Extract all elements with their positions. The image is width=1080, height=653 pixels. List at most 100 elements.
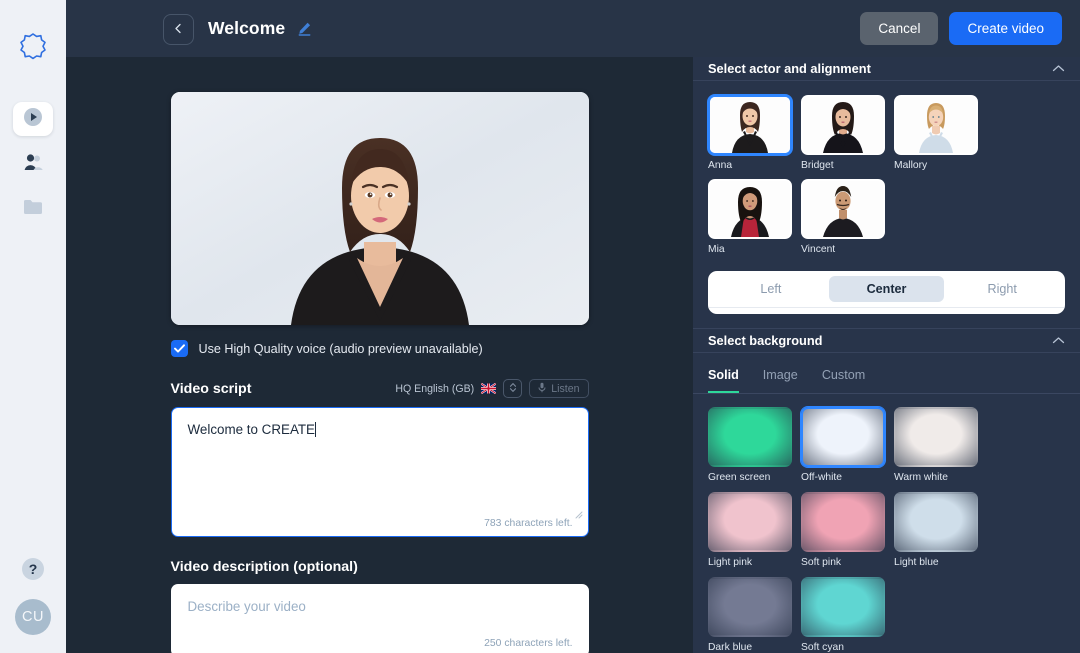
uk-flag-icon (481, 383, 497, 394)
actor-grid: Anna Bridget Mallory Mia Vincent (693, 81, 1080, 261)
alignment-option-right[interactable]: Right (944, 276, 1060, 302)
bg-swatch-warm-white[interactable]: Warm white (894, 407, 978, 483)
bg-swatch-dark-blue[interactable]: Dark blue (708, 577, 792, 653)
actor-section-title: Select actor and alignment (708, 61, 871, 77)
listen-label: Listen (551, 382, 580, 395)
page-title: Welcome (208, 18, 286, 38)
background-section-title: Select background (708, 333, 823, 349)
swatch-label: Light blue (894, 557, 939, 569)
bg-swatch-soft-cyan[interactable]: Soft cyan (801, 577, 885, 653)
people-icon (22, 152, 44, 177)
tab-solid[interactable]: Solid (708, 357, 739, 394)
hq-voice-row: Use High Quality voice (audio preview un… (170, 340, 589, 357)
video-preview[interactable] (170, 92, 589, 325)
actor-thumbnail (708, 95, 792, 156)
swatch-label: Warm white (894, 472, 948, 484)
sidebar: ? CU (0, 0, 66, 653)
bg-swatch-off-white[interactable]: Off-white (801, 407, 885, 483)
sidebar-item-actors[interactable] (13, 147, 53, 181)
actor-card-mallory[interactable]: Mallory (894, 95, 978, 171)
actor-name: Mallory (894, 160, 928, 172)
description-chars-left: 250 characters left. (484, 638, 573, 649)
swatch-label: Soft pink (801, 557, 842, 569)
bg-swatch-light-blue[interactable]: Light blue (894, 492, 978, 568)
folder-icon (22, 197, 44, 221)
microphone-icon (538, 382, 546, 396)
script-field-header: Video script HQ English (GB) Listen (171, 379, 589, 398)
swatch-color (894, 492, 978, 553)
topbar-actions: Cancel Create video (860, 12, 1062, 45)
actor-card-anna[interactable]: Anna (708, 95, 792, 171)
swatch-label: Soft cyan (801, 642, 844, 653)
burst-logo-icon[interactable] (18, 32, 48, 62)
alignment-option-left[interactable]: Left (713, 276, 829, 302)
actor-card-mia[interactable]: Mia (708, 179, 792, 255)
hq-voice-checkbox[interactable] (170, 340, 188, 357)
avatar[interactable]: CU (15, 599, 51, 635)
video-description-placeholder: Describe your video (187, 599, 306, 614)
tab-image[interactable]: Image (763, 357, 798, 393)
actor-name: Anna (708, 160, 733, 172)
chevron-updown-icon (509, 380, 517, 398)
script-chars-left: 783 characters left. (484, 518, 573, 529)
listen-button[interactable]: Listen (529, 379, 589, 398)
right-panel: Select actor and alignment Anna Bridget … (693, 57, 1080, 653)
swatch-color (708, 577, 792, 638)
bg-swatch-light-pink[interactable]: Light pink (708, 492, 792, 568)
sidebar-bottom: ? CU (0, 558, 66, 635)
swatch-color (708, 492, 792, 553)
swatch-label: Dark blue (708, 642, 753, 653)
language-controls: HQ English (GB) Listen (395, 379, 589, 398)
swatch-color (708, 407, 792, 468)
swatch-label: Light pink (708, 557, 753, 569)
swatch-label: Green screen (708, 472, 771, 484)
language-stepper[interactable] (503, 379, 523, 398)
chevron-up-icon[interactable] (1052, 60, 1065, 78)
bg-swatch-soft-pink[interactable]: Soft pink (801, 492, 885, 568)
actor-size-slider-row (708, 308, 1065, 314)
sidebar-item-videos[interactable] (13, 102, 53, 136)
alignment-segmented-control: Left Center Right (708, 271, 1065, 309)
pencil-edit-icon[interactable] (296, 20, 313, 37)
actor-card-vincent[interactable]: Vincent (801, 179, 885, 255)
chevron-left-icon (173, 21, 184, 39)
alignment-option-center[interactable]: Center (828, 276, 945, 303)
swatch-color (894, 407, 978, 468)
video-script-textarea[interactable]: Welcome to CREATE 783 characters left. (170, 407, 589, 537)
app-root: ? CU Welcome Cancel Create video Use Hig… (0, 0, 1080, 653)
swatch-label: Off-white (801, 472, 843, 484)
chevron-up-icon[interactable] (1052, 332, 1065, 350)
video-script-value: Welcome to CREATE (187, 422, 316, 437)
actor-card-bridget[interactable]: Bridget (801, 95, 885, 171)
back-button[interactable] (163, 14, 194, 45)
language-label: HQ English (GB) (395, 382, 475, 395)
topbar: Welcome Cancel Create video (66, 0, 1080, 57)
script-label: Video script (170, 380, 252, 397)
actor-thumbnail (801, 95, 885, 156)
background-tabs: Solid Image Custom (693, 357, 1080, 395)
video-play-icon (22, 106, 44, 133)
hq-voice-label: Use High Quality voice (audio preview un… (198, 341, 483, 356)
main-editor: Use High Quality voice (audio preview un… (66, 57, 693, 653)
actor-name: Bridget (801, 160, 834, 172)
create-video-button[interactable]: Create video (949, 12, 1062, 45)
actor-thumbnail (708, 179, 792, 240)
tab-custom[interactable]: Custom (822, 357, 865, 393)
actor-thumbnail (894, 95, 978, 156)
actor-name: Vincent (801, 244, 836, 256)
background-swatch-grid: Green screen Off-white Warm white Light … (693, 394, 1080, 653)
help-icon[interactable]: ? (22, 558, 44, 580)
content-row: Use High Quality voice (audio preview un… (66, 57, 1080, 653)
body-column: Welcome Cancel Create video Use High Qua… (66, 0, 1080, 653)
swatch-color (801, 577, 885, 638)
resize-grip-icon[interactable] (575, 506, 583, 519)
video-description-textarea[interactable]: Describe your video 250 characters left. (170, 584, 589, 653)
background-section-header[interactable]: Select background (693, 328, 1080, 354)
sidebar-item-files[interactable] (13, 192, 53, 226)
swatch-color (801, 492, 885, 553)
bg-swatch-green-screen[interactable]: Green screen (708, 407, 792, 483)
sidebar-nav (13, 102, 53, 226)
cancel-button[interactable]: Cancel (860, 12, 939, 45)
actor-section-header[interactable]: Select actor and alignment (693, 57, 1080, 82)
actor-name: Mia (708, 244, 725, 256)
